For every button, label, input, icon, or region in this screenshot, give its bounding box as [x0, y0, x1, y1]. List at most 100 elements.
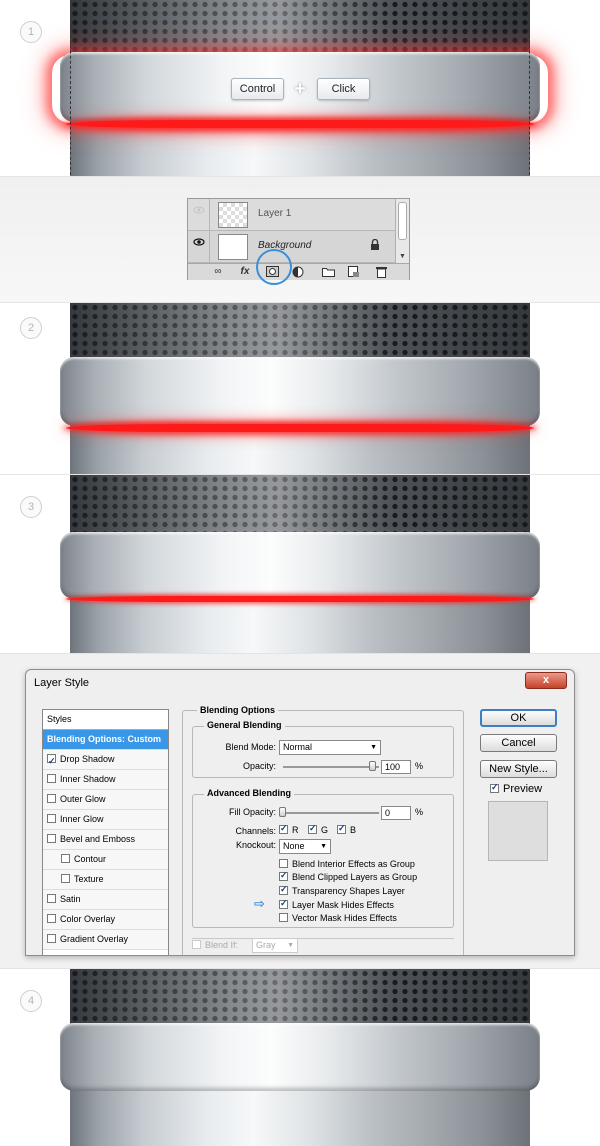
layers-panel: Layer 1 Background ▼ ∞ fx	[187, 198, 410, 280]
metal-band	[60, 532, 540, 599]
fill-opacity-percent: %	[415, 807, 424, 817]
step-2-panel: 2	[0, 303, 600, 474]
checkbox[interactable]	[47, 794, 56, 803]
red-glow-line	[66, 120, 534, 128]
channels-label: Channels:	[235, 826, 276, 836]
layer-name: Background	[258, 240, 312, 251]
ok-button[interactable]: OK	[480, 709, 557, 727]
checkbox[interactable]	[61, 874, 70, 883]
knockout-select[interactable]: None ▼	[279, 839, 331, 854]
style-item-drop-shadow[interactable]: Drop Shadow	[43, 750, 168, 771]
checkbox[interactable]	[47, 894, 56, 903]
visibility-toggle[interactable]	[188, 199, 210, 230]
adjustment-layer-icon[interactable]	[292, 266, 306, 278]
option-transparency-shapes[interactable]: Transparency Shapes Layer	[279, 884, 405, 896]
layer-thumbnail	[218, 202, 248, 228]
checkbox[interactable]	[47, 814, 56, 823]
selection-marquee-right	[529, 0, 530, 175]
style-item-gradient-overlay[interactable]: Gradient Overlay	[43, 930, 168, 950]
red-glow-line	[66, 596, 534, 602]
fill-opacity-input[interactable]: 0	[381, 806, 411, 820]
step-3-panel: 3	[0, 475, 600, 653]
style-item-blending-options[interactable]: Blending Options: Custom	[43, 730, 168, 750]
cancel-button[interactable]: Cancel	[480, 734, 557, 752]
eye-icon	[193, 238, 205, 246]
layers-scrollbar[interactable]: ▼	[395, 199, 409, 263]
layer-thumbnail	[218, 234, 248, 260]
fill-opacity-label: Fill Opacity:	[228, 807, 276, 817]
style-item-inner-shadow[interactable]: Inner Shadow	[43, 770, 168, 790]
blending-options-title: Blending Options	[197, 705, 278, 715]
blend-mode-select[interactable]: Normal ▼	[279, 740, 381, 755]
style-item-bevel-emboss[interactable]: Bevel and Emboss	[43, 830, 168, 850]
trash-icon[interactable]	[374, 266, 388, 278]
styles-header[interactable]: Styles	[43, 710, 168, 730]
metal-band	[60, 1023, 540, 1091]
control-key: Control	[231, 78, 284, 100]
scroll-down-icon[interactable]: ▼	[399, 253, 406, 260]
channel-b-checkbox[interactable]: B	[337, 823, 356, 835]
opacity-label: Opacity:	[242, 761, 276, 771]
metal-band	[60, 357, 540, 426]
chevron-down-icon: ▼	[287, 942, 294, 949]
preview-swatch	[488, 801, 548, 861]
option-blend-clipped[interactable]: Blend Clipped Layers as Group	[279, 870, 417, 882]
eye-icon	[193, 206, 205, 214]
knockout-label: Knockout:	[235, 840, 276, 850]
step-badge: 1	[20, 21, 42, 43]
fill-opacity-slider[interactable]	[283, 812, 379, 814]
dialog-title: Layer Style	[34, 677, 90, 689]
lock-icon	[371, 239, 379, 250]
style-item-color-overlay[interactable]: Color Overlay	[43, 910, 168, 930]
opacity-percent: %	[415, 761, 424, 771]
fx-icon[interactable]: fx	[238, 266, 252, 278]
style-item-outer-glow[interactable]: Outer Glow	[43, 790, 168, 810]
blend-if-select[interactable]: Gray ▼	[252, 938, 298, 953]
new-style-button[interactable]: New Style...	[480, 760, 557, 778]
blend-mode-label: Blend Mode:	[225, 742, 276, 752]
layer-name: Layer 1	[258, 208, 292, 219]
fill-opacity-slider-handle[interactable]	[279, 807, 286, 817]
style-item-satin[interactable]: Satin	[43, 890, 168, 910]
group-folder-icon[interactable]	[321, 266, 335, 278]
red-glow-line	[66, 424, 534, 432]
step-badge: 2	[20, 317, 42, 339]
checkbox[interactable]	[47, 834, 56, 843]
style-item-contour[interactable]: Contour	[43, 850, 168, 870]
checkbox[interactable]	[47, 774, 56, 783]
layer-row[interactable]: Background	[188, 231, 395, 263]
chevron-down-icon: ▼	[370, 744, 377, 751]
step-1-panel: Control + Click 1	[0, 0, 600, 176]
option-vector-mask-hides[interactable]: Vector Mask Hides Effects	[279, 913, 397, 923]
layer-row[interactable]: Layer 1	[188, 199, 395, 231]
style-item-inner-glow[interactable]: Inner Glow	[43, 810, 168, 830]
checkbox[interactable]	[47, 752, 56, 771]
pointer-arrow-icon: ⇨	[254, 897, 265, 912]
checkbox[interactable]	[47, 934, 56, 943]
opacity-input[interactable]: 100	[381, 760, 411, 774]
link-icon[interactable]: ∞	[211, 266, 225, 278]
visibility-toggle[interactable]	[188, 231, 210, 262]
opacity-slider-handle[interactable]	[369, 761, 376, 771]
opacity-slider[interactable]	[283, 766, 379, 768]
channel-g-checkbox[interactable]: G	[308, 823, 328, 835]
checkbox[interactable]	[61, 854, 70, 863]
plus-icon: +	[294, 78, 306, 100]
general-blending-title: General Blending	[204, 720, 285, 730]
channel-r-checkbox[interactable]: R	[279, 823, 299, 835]
selection-marquee-left	[70, 0, 71, 175]
advanced-blending-title: Advanced Blending	[204, 788, 295, 798]
step-badge: 4	[20, 990, 42, 1012]
layer-style-dialog: Layer Style x Styles Blending Options: C…	[25, 669, 575, 956]
new-layer-icon[interactable]	[347, 266, 361, 278]
layers-footer: ∞ fx	[188, 263, 409, 280]
step-badge: 3	[20, 496, 42, 518]
close-button[interactable]: x	[525, 672, 567, 689]
blend-if-label: Blend If:	[192, 940, 238, 950]
preview-checkbox[interactable]: Preview	[490, 782, 542, 795]
style-item-texture[interactable]: Texture	[43, 870, 168, 890]
checkbox[interactable]	[47, 914, 56, 923]
option-blend-interior[interactable]: Blend Interior Effects as Group	[279, 859, 415, 869]
option-layer-mask-hides[interactable]: Layer Mask Hides Effects	[279, 898, 394, 910]
click-key: Click	[317, 78, 370, 100]
